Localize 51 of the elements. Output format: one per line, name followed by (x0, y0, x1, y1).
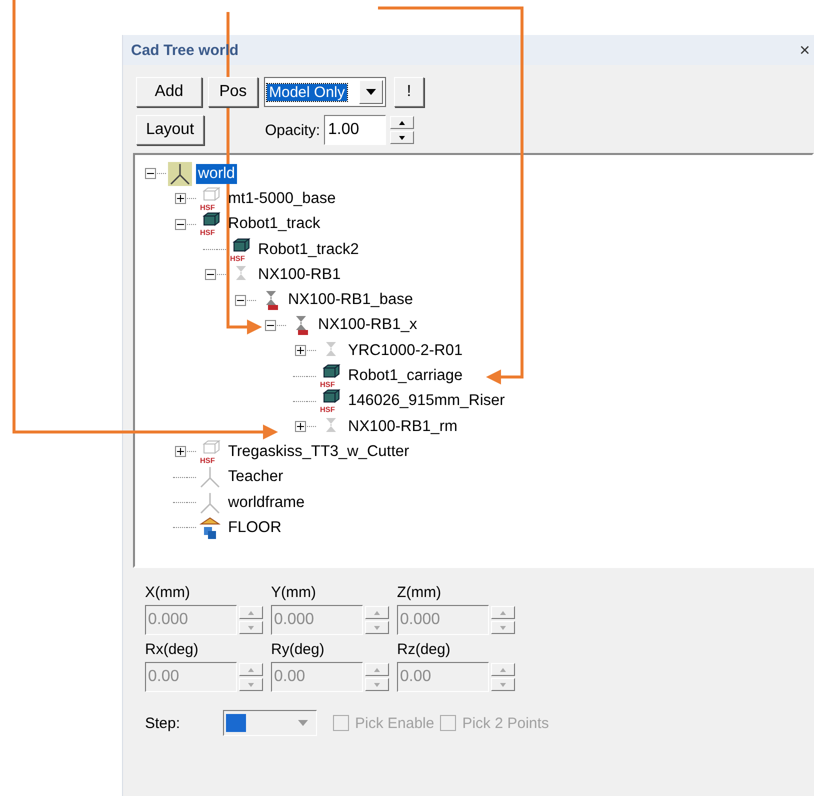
layout-button[interactable]: Layout (136, 115, 204, 145)
tree-item[interactable]: NX100-RB1_base (286, 290, 415, 310)
opacity-label: Opacity: (265, 122, 320, 138)
tree-item[interactable]: FLOOR (226, 518, 284, 538)
step-dropdown[interactable] (223, 710, 317, 736)
spinner[interactable] (491, 606, 515, 634)
field-label: Ry(deg) (271, 641, 326, 658)
apply-button[interactable]: ! (394, 77, 424, 107)
axes-icon (198, 490, 222, 514)
tree-item[interactable]: NX100-RB1_x (316, 315, 420, 336)
collapse-icon[interactable] (204, 269, 216, 280)
axes-icon (198, 465, 222, 490)
tree-item[interactable]: Robot1_track2 (256, 240, 361, 260)
toolbar-button[interactable]: Add (136, 77, 202, 107)
tree-item[interactable]: NX100-RB1_rm (346, 416, 460, 437)
dropdown-arrow-icon (298, 720, 308, 726)
dropdown-arrow-icon (366, 89, 376, 95)
spinner[interactable] (239, 663, 263, 691)
collapse-icon[interactable] (234, 294, 246, 306)
tree-item[interactable]: Robot1_carriage (346, 366, 465, 386)
mode-dropdown[interactable]: Model Only (264, 77, 386, 107)
expand-icon[interactable] (174, 446, 186, 458)
expand-icon[interactable] (174, 193, 186, 204)
spinner[interactable] (491, 663, 515, 691)
expand-icon[interactable] (294, 421, 306, 432)
spinner[interactable] (365, 606, 389, 634)
axes-icon (168, 162, 192, 186)
field-label: Z(mm) (397, 584, 442, 601)
field-label: Y(mm) (271, 584, 317, 601)
step-label: Step: (145, 714, 182, 732)
expand-icon[interactable] (294, 345, 306, 356)
opacity-spinner[interactable] (390, 116, 414, 144)
close-button[interactable]: × (795, 40, 814, 60)
collapse-icon[interactable] (264, 320, 276, 331)
opacity-field[interactable]: 1.00 (324, 115, 386, 145)
tree-item[interactable]: 146026_915mm_Riser (346, 391, 507, 412)
collapse-icon[interactable] (144, 168, 156, 180)
tree-item[interactable]: worldframe (226, 492, 307, 512)
tree-item[interactable]: Teacher (226, 467, 286, 488)
field-label: Rz(deg) (397, 641, 452, 658)
spinner[interactable] (239, 606, 263, 634)
tree-item[interactable]: NX100-RB1 (256, 264, 343, 285)
field-label: Rx(deg) (145, 641, 200, 658)
floor-icon (198, 516, 222, 540)
toolbar-button[interactable]: Pos (208, 77, 258, 107)
tree-item[interactable]: YRC1000-2-R01 (346, 340, 465, 361)
collapse-icon[interactable] (174, 218, 186, 230)
field-label: X(mm) (145, 584, 191, 601)
tree-item[interactable]: Tregaskiss_TT3_w_Cutter (226, 442, 412, 462)
tree-item[interactable]: world (196, 164, 238, 184)
spinner[interactable] (365, 663, 389, 691)
